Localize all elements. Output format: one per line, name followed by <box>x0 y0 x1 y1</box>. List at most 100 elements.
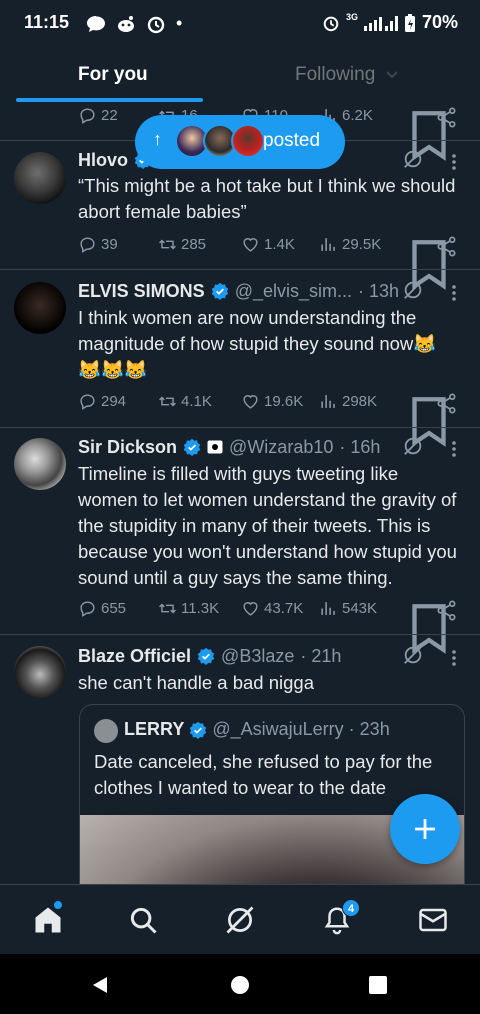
search-icon[interactable] <box>128 905 158 935</box>
tweet-time: · 21h <box>300 645 342 666</box>
share-icon[interactable] <box>435 599 458 622</box>
retweet-button[interactable]: 285 <box>158 235 206 254</box>
views-icon <box>321 602 335 615</box>
verified-icon <box>197 647 215 665</box>
like-button[interactable]: 1.4K <box>241 235 295 254</box>
timeline-feed[interactable]: 22 16 110 6.2K Hlovo “This might be a ho… <box>0 102 480 884</box>
home-unread-dot <box>54 901 62 909</box>
reddit-icon <box>118 15 134 32</box>
grok-icon[interactable] <box>225 905 255 935</box>
views-button[interactable]: 543K <box>319 599 377 618</box>
author-handle: @B3laze <box>221 645 295 666</box>
timeline-tabs: For you Following <box>0 50 480 102</box>
share-icon[interactable] <box>435 106 458 129</box>
tweet-actions: 655 11.3K 43.7K 543K <box>78 599 458 654</box>
grok-icon[interactable] <box>402 279 424 301</box>
views-button[interactable]: 29.5K <box>319 235 381 254</box>
reply-icon <box>80 601 95 617</box>
bottom-nav: 4 <box>0 884 480 954</box>
tweet-actions: 294 4.1K 19.6K 298K <box>78 392 458 447</box>
author-name[interactable]: ELVIS SIMONS <box>78 281 205 302</box>
arrow-up-icon: ↑ <box>153 129 162 149</box>
retweet-icon <box>159 239 176 250</box>
avatar[interactable] <box>14 646 66 698</box>
avatar[interactable] <box>14 438 66 490</box>
reply-button[interactable]: 655 <box>78 599 126 618</box>
tweet-text: “This might be a hot take but I think we… <box>78 175 456 222</box>
reply-icon <box>80 108 95 124</box>
verified-icon <box>183 438 201 456</box>
tweet-text: Timeline is filled with guys tweeting li… <box>78 463 457 588</box>
mail-icon[interactable] <box>418 905 448 935</box>
retweet-icon <box>159 603 176 614</box>
author-name[interactable]: Hlovo <box>78 150 128 171</box>
quoted-tweet-text: Date canceled, she refused to pay for th… <box>94 751 433 798</box>
quoted-author-name: LERRY <box>124 719 185 739</box>
share-icon[interactable] <box>435 392 458 415</box>
grok-icon[interactable] <box>402 644 424 666</box>
reply-icon <box>80 237 95 253</box>
tweet-actions: 39 285 1.4K 29.5K <box>78 235 458 290</box>
more-icon[interactable] <box>448 439 460 459</box>
tweet-time: · 13h <box>358 280 400 301</box>
battery-icon <box>404 13 415 32</box>
status-bar: 11:15 • 3G 70% <box>24 11 458 34</box>
like-button[interactable]: 19.6K <box>241 392 303 411</box>
alarm-icon <box>147 16 165 33</box>
tab-for-you[interactable]: For you <box>78 64 148 86</box>
verified-icon <box>211 282 228 300</box>
compose-button[interactable] <box>390 794 460 864</box>
plus-icon <box>415 819 435 839</box>
more-icon[interactable] <box>448 152 460 172</box>
battery-level: 70% <box>421 12 458 32</box>
grok-icon[interactable] <box>402 148 424 170</box>
share-icon[interactable] <box>435 235 458 258</box>
new-posts-label: posted <box>263 130 321 151</box>
chevron-down-icon <box>385 71 398 79</box>
network-type: 3G <box>345 11 358 22</box>
affiliate-badge-icon <box>207 440 223 454</box>
system-navigation-bar <box>0 954 480 1014</box>
retweet-icon <box>159 396 176 407</box>
notification-badge: 4 <box>342 899 360 917</box>
chat-bubble-icon <box>87 15 105 32</box>
tweet-text: I think women are now understanding the … <box>78 307 437 380</box>
retweet-button[interactable]: 4.1K <box>158 392 212 411</box>
author-name[interactable]: Sir Dickson <box>78 437 177 458</box>
alarm-icon <box>323 16 339 31</box>
more-icon[interactable] <box>448 283 460 303</box>
retweet-button[interactable]: 11.3K <box>158 599 219 618</box>
avatar <box>94 719 118 743</box>
views-icon <box>321 238 335 251</box>
avatar <box>231 124 265 158</box>
tab-following[interactable]: Following <box>295 64 399 86</box>
home-circle-icon[interactable] <box>230 975 250 995</box>
reply-button[interactable]: 294 <box>78 392 126 411</box>
like-icon <box>243 602 258 616</box>
signal-icon <box>363 15 398 31</box>
back-icon[interactable] <box>90 975 110 995</box>
views-button[interactable]: 298K <box>319 392 377 411</box>
like-button[interactable]: 43.7K <box>241 599 303 618</box>
like-icon <box>243 395 258 409</box>
author-handle: @_elvis_sim... <box>234 280 352 301</box>
avatar[interactable] <box>14 282 66 334</box>
more-icon[interactable] <box>448 648 460 668</box>
home-icon[interactable] <box>33 905 63 935</box>
status-time: 11:15 <box>24 12 70 32</box>
reply-button[interactable]: 39 <box>78 235 118 254</box>
author-name[interactable]: Blaze Officiel <box>78 646 191 667</box>
new-posts-pill[interactable]: ↑ posted <box>135 115 345 169</box>
quoted-tweet-time: · 23h <box>348 719 390 739</box>
verified-icon <box>190 721 207 739</box>
reply-icon <box>80 394 95 410</box>
views-icon <box>321 395 335 408</box>
tweet-time: · 16h <box>339 436 381 457</box>
recents-icon[interactable] <box>369 976 387 994</box>
quoted-author-handle: @_AsiwajuLerry <box>212 719 344 739</box>
reply-button[interactable]: 22 <box>78 106 118 125</box>
grok-icon[interactable] <box>402 435 424 457</box>
tweet-text: she can't handle a bad nigga <box>78 672 315 693</box>
author-handle: @Wizarab10 <box>229 436 334 457</box>
avatar[interactable] <box>14 152 66 204</box>
